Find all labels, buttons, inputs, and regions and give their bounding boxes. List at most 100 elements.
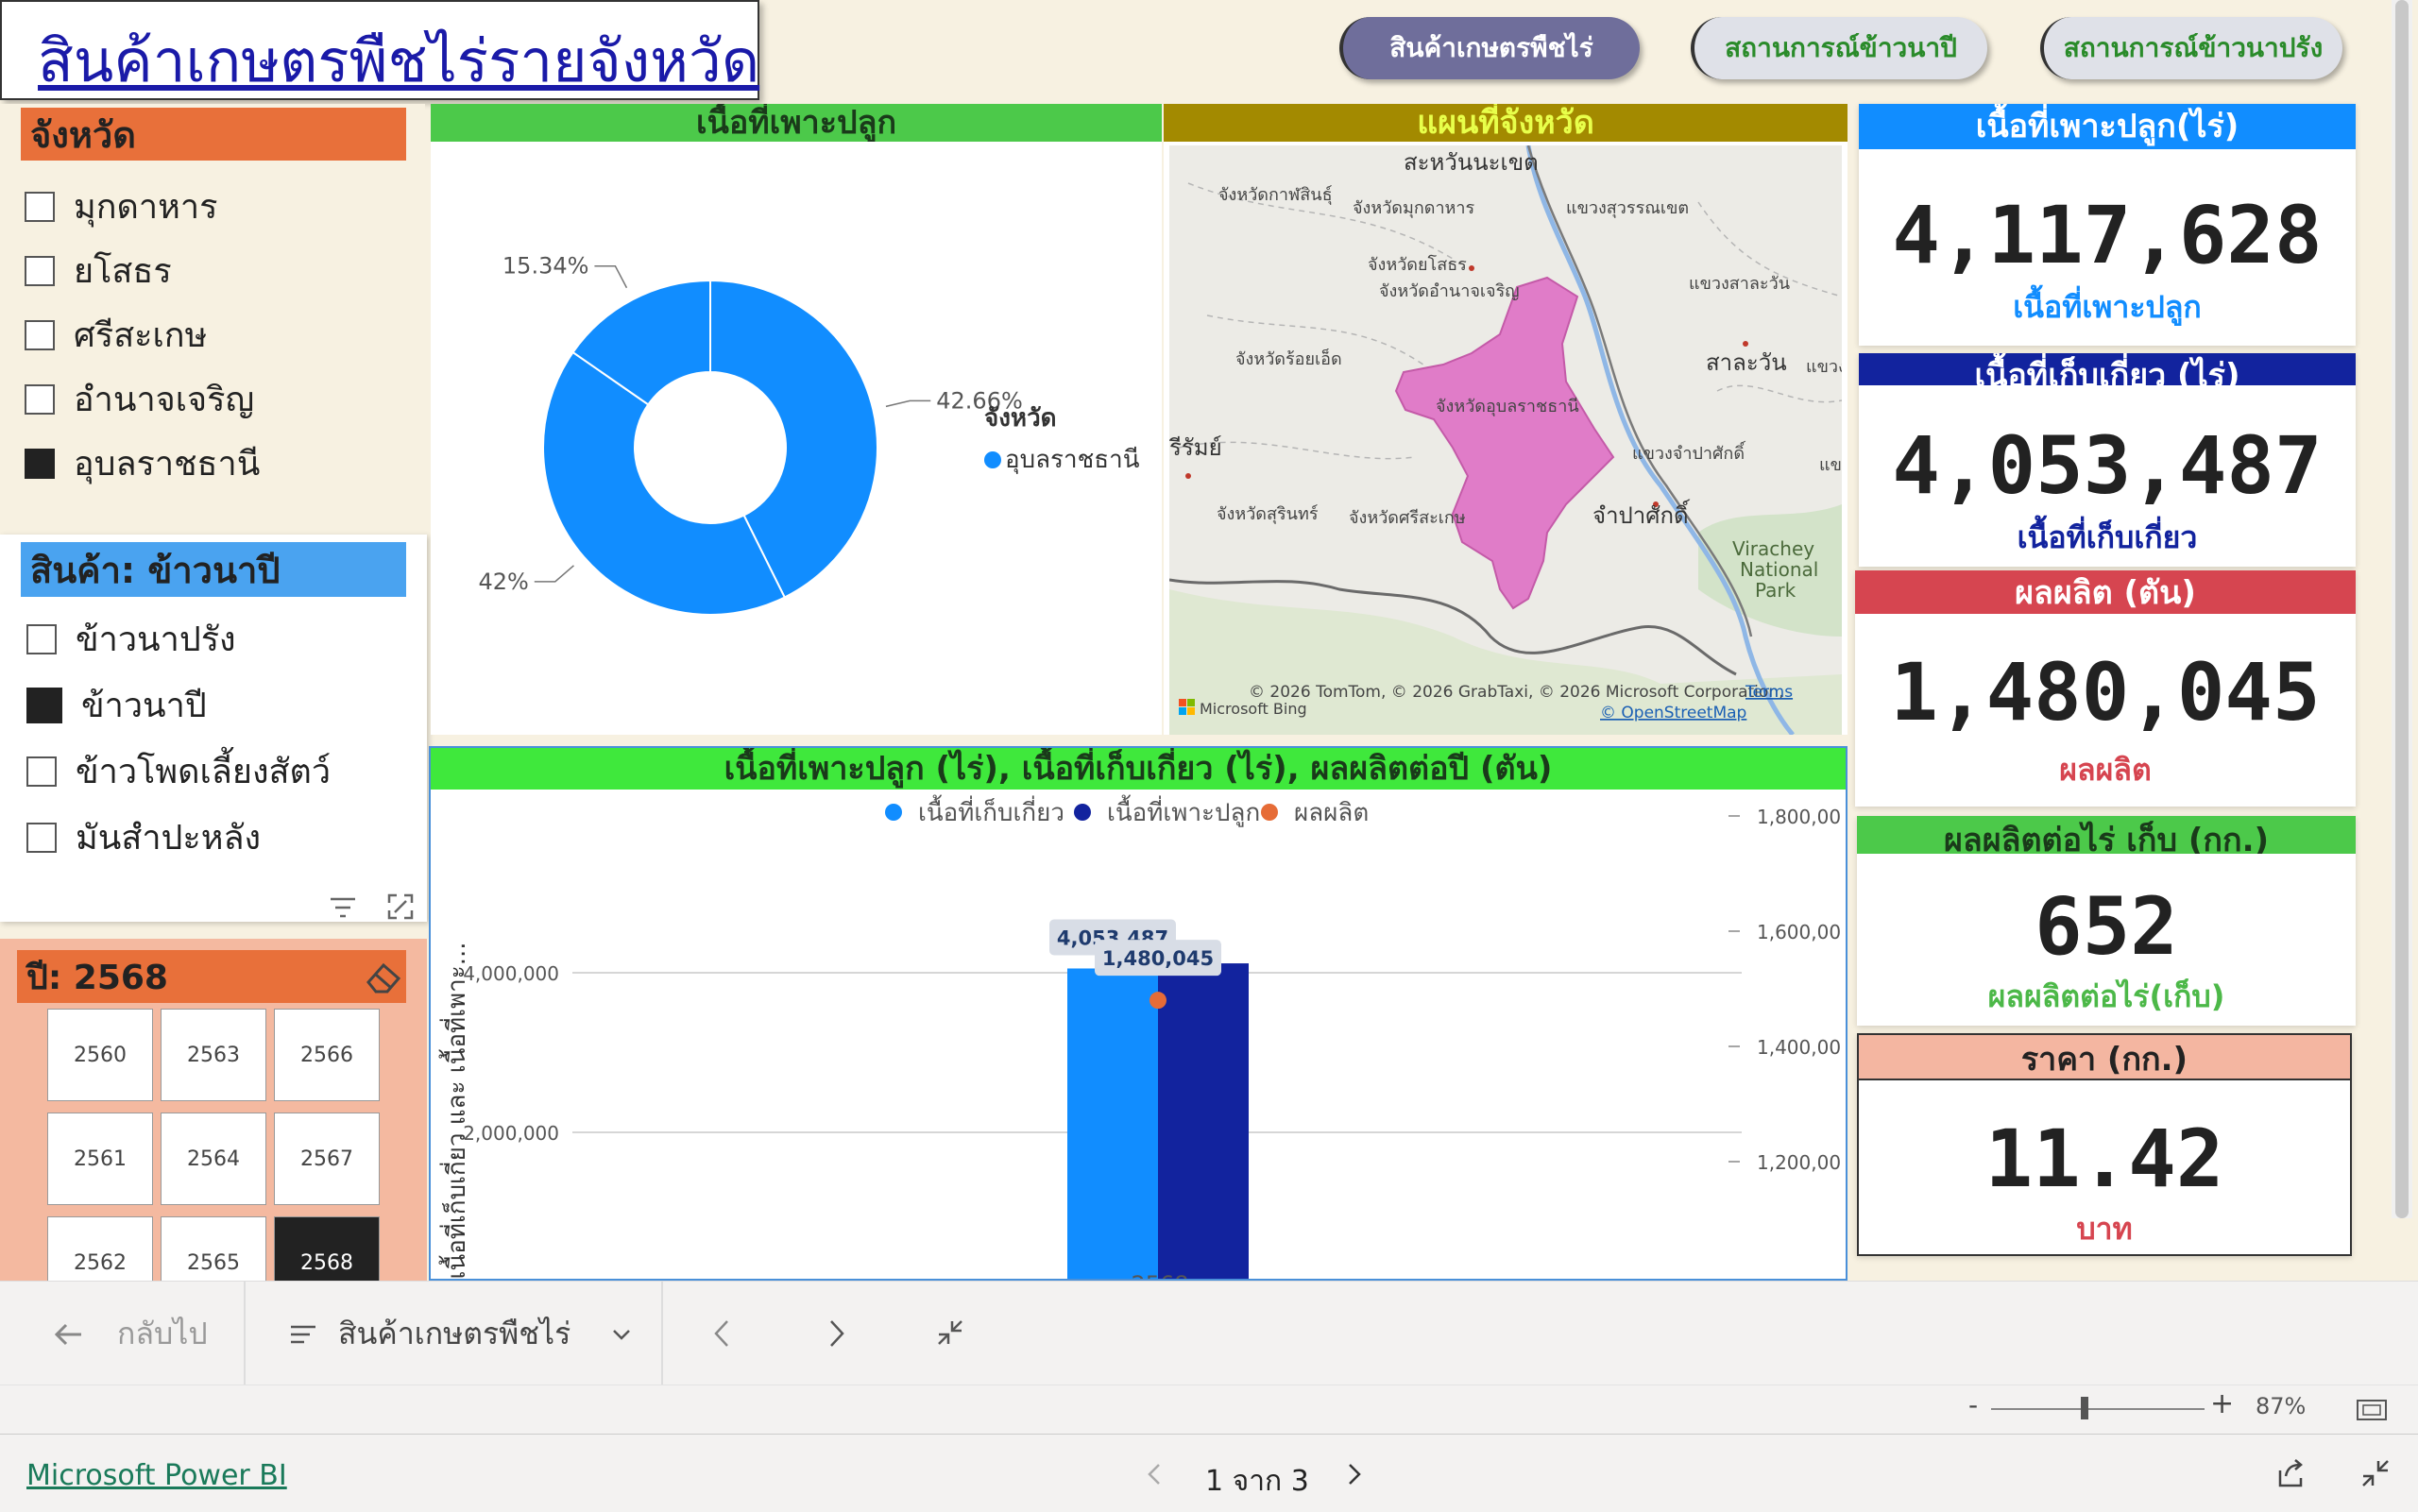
y2-tick-label: 1,800,00	[1757, 806, 1841, 828]
checkbox[interactable]	[26, 756, 57, 787]
previous-page-icon[interactable]	[1145, 1461, 1164, 1487]
year-option-2564[interactable]: 2564	[161, 1113, 266, 1205]
nav-button-field-crops[interactable]: สินค้าเกษตรพืชไร่	[1339, 17, 1640, 79]
year-option-2568[interactable]: 2568	[274, 1216, 380, 1281]
page-menu-label: สินค้าเกษตรพืชไร่	[338, 1316, 571, 1351]
map-label: แขวงจำปาศักดิ์	[1632, 440, 1746, 464]
donut-slice[interactable]	[542, 350, 787, 616]
back-label: กลับไป	[117, 1316, 208, 1351]
legend-label[interactable]: เนื้อที่เก็บเกี่ยว	[918, 794, 1064, 827]
legend-marker[interactable]	[1261, 804, 1278, 821]
bing-logo: Microsoft Bing	[1200, 700, 1307, 718]
bar-harvested[interactable]	[1067, 968, 1158, 1281]
checkbox[interactable]	[25, 191, 55, 222]
checkbox[interactable]	[25, 319, 55, 350]
year-option-2561[interactable]: 2561	[47, 1113, 153, 1205]
fit-to-page-icon[interactable]	[2356, 1399, 2388, 1421]
donut-data-label: 15.34%	[502, 253, 589, 280]
nav-button-label: สถานการณ์ข้าวนาปี	[1725, 32, 1957, 63]
eraser-icon[interactable]	[363, 958, 404, 995]
page-menu-button[interactable]: สินค้าเกษตรพืชไร่	[289, 1310, 633, 1358]
product-option-feed-corn[interactable]: ข้าวโพดเลี้ยงสัตว์	[26, 744, 331, 798]
next-page-icon[interactable]	[826, 1317, 848, 1350]
vertical-scrollbar[interactable]	[2392, 0, 2412, 1218]
kpi-subtitle: บาท	[2076, 1211, 2133, 1247]
combo-chart[interactable]: เนื้อที่เก็บเกี่ยว เนื้อที่เพาะปลูก ผลผลิต…	[431, 790, 1846, 1281]
nav-button-rice-main[interactable]: สถานการณ์ข้าวนาปี	[1691, 17, 1987, 79]
previous-page-icon[interactable]	[710, 1317, 733, 1350]
map-label: แข	[1819, 455, 1842, 475]
province-option-amnatcharoen[interactable]: อำนาจเจริญ	[25, 372, 254, 426]
kpi-card-production: ผลผลิต (ตัน) 1,480,045 ผลผลิต	[1855, 570, 2356, 807]
nav-button-label: สถานการณ์ข้าวนาปรัง	[2063, 32, 2324, 63]
checkbox[interactable]	[26, 822, 57, 853]
zoom-in-button[interactable]: +	[2210, 1387, 2234, 1420]
divider	[244, 1282, 246, 1385]
y2-tick-label: 1,200,00	[1757, 1151, 1841, 1174]
map-label: จังหวัดศรีสะเกษ	[1349, 508, 1466, 528]
product-option-cassava[interactable]: มันสำปะหลัง	[26, 810, 261, 864]
province-option-sisaket[interactable]: ศรีสะเกษ	[25, 308, 207, 362]
checkbox-checked[interactable]	[26, 687, 62, 723]
map-label: จังหวัดมุกดาหาร	[1353, 198, 1475, 218]
kpi-subtitle: ผลผลิตต่อไร่(เก็บ)	[1987, 978, 2225, 1014]
year-slicer: ปี: 2568 2560 2563 2566 2561 2564 2567 2562 256…	[0, 939, 427, 1281]
province-slicer: จังหวัด มุกดาหาร ยโสธร ศรีสะเกษ อำนาจเจร…	[0, 104, 425, 518]
scrollbar-thumb[interactable]	[2395, 0, 2409, 1218]
product-slicer-header: สินค้า: ข้าวนาปี	[21, 542, 406, 597]
donut-legend-label: อุบลราชธานี	[1005, 446, 1140, 474]
checkbox[interactable]	[25, 255, 55, 286]
province-option-label: อุบลราชธานี	[74, 445, 261, 484]
map-label: จังหวัดอุบลราชธานี	[1436, 397, 1579, 416]
province-option-mukdahan[interactable]: มุกดาหาร	[25, 179, 217, 233]
next-page-icon[interactable]	[1345, 1461, 1364, 1487]
product-option-label: ข้าวโพดเลี้ยงสัตว์	[76, 753, 332, 791]
product-option-offseason-rice[interactable]: ข้าวนาปรัง	[26, 612, 236, 666]
donut-leader-line	[534, 565, 574, 583]
zoom-slider-thumb[interactable]	[2081, 1397, 2089, 1419]
year-option-2563[interactable]: 2563	[161, 1009, 266, 1101]
legend-label[interactable]: ผลผลิต	[1294, 799, 1369, 827]
combo-chart-panel: เนื้อที่เพาะปลูก (ไร่), เนื้อที่เก็บเกี่…	[429, 746, 1848, 1281]
map-terms-link: Terms	[1745, 683, 1793, 702]
exit-full-screen-icon[interactable]	[935, 1317, 965, 1348]
kpi-card-price: ราคา (กก.) 11.42 บาท	[1857, 1033, 2352, 1256]
filter-icon[interactable]	[327, 893, 359, 922]
bar-planted[interactable]	[1158, 963, 1249, 1281]
focus-mode-icon[interactable]	[385, 892, 416, 922]
legend-marker[interactable]	[1074, 804, 1091, 821]
map-label: จังหวัดกาฬสินธุ์	[1218, 185, 1333, 205]
nav-button-rice-offseason[interactable]: สถานการณ์ข้าวนาปรัง	[2040, 17, 2342, 79]
province-option-yasothon[interactable]: ยโสธร	[25, 244, 172, 297]
point-production[interactable]	[1149, 992, 1166, 1010]
year-option-2567[interactable]: 2567	[274, 1113, 380, 1205]
donut-chart[interactable]: 42.66%42%15.34%	[431, 142, 1162, 735]
power-bi-link[interactable]: Microsoft Power BI	[26, 1459, 287, 1492]
checkbox[interactable]	[25, 383, 55, 415]
map-label: National	[1740, 558, 1818, 581]
report-title[interactable]: สินค้าเกษตรพืชไร่รายจังหวัด	[38, 15, 759, 108]
share-icon[interactable]	[2274, 1457, 2307, 1489]
back-button[interactable]: กลับไป	[53, 1310, 208, 1358]
donut-legend-item[interactable]: อุบลราชธานี	[984, 440, 1140, 479]
legend-marker[interactable]	[885, 804, 902, 821]
province-map[interactable]: สะหวันนะเขต จังหวัดกาฬสินธุ์ จังหวัดมุกด…	[1169, 145, 1842, 735]
year-option-2562[interactable]: 2562	[47, 1216, 153, 1281]
province-option-label: อำนาจเจริญ	[74, 381, 255, 419]
year-option-2566[interactable]: 2566	[274, 1009, 380, 1101]
province-option-ubon[interactable]: อุบลราชธานี	[25, 436, 260, 490]
zoom-slider-track[interactable]	[1991, 1408, 2205, 1410]
map-label: แขวงสุวรรณเขต	[1566, 198, 1689, 218]
product-option-label: ข้าวนาปี	[81, 687, 207, 725]
legend-dot	[984, 450, 1001, 468]
year-option-2560[interactable]: 2560	[47, 1009, 153, 1101]
checkbox-checked[interactable]	[25, 448, 55, 479]
checkbox[interactable]	[26, 623, 57, 654]
kpi-value: 11.42	[1984, 1113, 2224, 1205]
zoom-out-button[interactable]: -	[1968, 1389, 1978, 1420]
kpi-header: เนื้อที่เพาะปลูก(ไร่)	[1859, 104, 2356, 149]
year-option-2565[interactable]: 2565	[161, 1216, 266, 1281]
legend-label[interactable]: เนื้อที่เพาะปลูก	[1107, 794, 1260, 827]
full-screen-icon[interactable]	[2359, 1457, 2392, 1489]
product-option-main-rice[interactable]: ข้าวนาปี	[26, 678, 207, 732]
